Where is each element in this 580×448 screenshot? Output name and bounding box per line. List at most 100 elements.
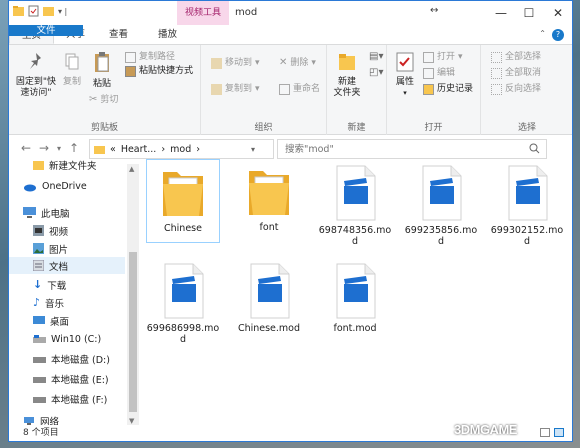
sidebar-item-onedrive[interactable]: OneDrive <box>23 178 87 195</box>
back-arrow-icon[interactable]: ← <box>21 141 31 155</box>
collapse-ribbon-icon[interactable]: ⌃ <box>539 29 546 38</box>
copy-path-button[interactable]: 复制路径 <box>125 51 175 63</box>
scissors-icon: ✂ <box>89 94 98 105</box>
sidebar-item-label: 视频 <box>49 226 69 238</box>
copy-button[interactable]: 复制 <box>59 51 85 88</box>
copy-label: 复制 <box>62 77 81 87</box>
new-folder-icon[interactable] <box>43 5 54 17</box>
rename-label: 重命名 <box>293 84 321 94</box>
open-button[interactable]: 打开 ▾ <box>423 51 463 63</box>
invert-selection-button[interactable]: 反向选择 <box>491 83 541 95</box>
pin-quick-access-button[interactable]: 固定到"快速访问" <box>11 51 61 99</box>
search-box[interactable] <box>277 139 547 159</box>
sidebar-item-this-pc[interactable]: 此电脑 <box>23 204 70 221</box>
help-icon[interactable]: ? <box>552 29 564 41</box>
file-name-line1: Chinese.mod <box>237 323 301 334</box>
select-all-button[interactable]: 全部选择 <box>491 51 541 63</box>
file-item-video[interactable]: 699235856.mo d <box>404 164 478 247</box>
maximize-button[interactable]: ☐ <box>514 1 544 25</box>
file-item-font-folder[interactable]: font <box>232 163 306 233</box>
forward-arrow-icon[interactable]: → <box>39 141 49 155</box>
file-item-video[interactable]: font.mod <box>318 262 392 334</box>
network-icon <box>24 416 34 425</box>
details-view-icon[interactable] <box>540 428 550 437</box>
tab-play[interactable]: 播放 <box>140 25 189 44</box>
file-item-video[interactable]: 699302152.mo d <box>490 164 564 247</box>
copy-icon <box>65 53 79 70</box>
music-icon: ♪ <box>33 296 41 309</box>
up-arrow-icon[interactable]: ↑ <box>69 141 79 155</box>
sidebar-item-drive-f[interactable]: 本地磁盘 (F:) <box>33 390 107 407</box>
easy-access-icon[interactable]: ◰▾ <box>369 67 383 78</box>
file-item-video[interactable]: Chinese.mod <box>232 262 306 334</box>
select-group: 全部选择 全部取消 反向选择 选择 <box>481 45 572 135</box>
customize-dropdown-icon[interactable]: ▾ | <box>58 7 67 16</box>
properties-button[interactable]: 属性 ▾ <box>391 51 419 99</box>
paste-shortcut-button[interactable]: 粘贴快捷方式 <box>125 65 193 77</box>
pin-label: 固定到"快速访问" <box>15 77 57 98</box>
paste-button[interactable]: 粘贴 <box>87 51 117 90</box>
breadcrumb-separator[interactable]: › <box>161 144 165 155</box>
select-all-label: 全部选择 <box>505 52 542 62</box>
large-icons-view-icon[interactable] <box>554 428 564 437</box>
sidebar-scrollbar[interactable]: ▲ ▼ <box>127 164 139 426</box>
drive-c-icon <box>33 335 46 343</box>
sidebar-item-label: 音乐 <box>45 298 65 310</box>
edit-button[interactable]: 编辑 <box>423 67 455 79</box>
search-input[interactable] <box>278 140 518 158</box>
new-item-icon[interactable]: ▤▾ <box>369 51 383 62</box>
folder-icon <box>249 171 289 215</box>
properties-icon[interactable] <box>28 5 39 17</box>
file-name-line2: d <box>523 236 531 247</box>
video-tools-context-tab[interactable]: 视频工具 <box>177 1 229 25</box>
organize-group: 移动到 ▾ ✕ 删除 ▾ 复制到 ▾ 重命名 组织 <box>201 45 327 135</box>
address-bar[interactable]: « Heart... › mod › ▾ <box>89 139 274 159</box>
sidebar-item-videos[interactable]: 视频 <box>33 222 68 239</box>
breadcrumb-mod[interactable]: mod <box>170 144 191 155</box>
cut-button[interactable]: ✂ 剪切 <box>89 94 118 106</box>
history-button[interactable]: 历史记录 <box>423 83 473 95</box>
new-folder-label: 新建 文件夹 <box>333 77 361 98</box>
copy-to-button[interactable]: 复制到 ▾ <box>211 83 260 95</box>
navigation-pane: 新建文件夹 OneDrive 此电脑 视频 图片 文档 ↓ 下载 ♪ 音乐 桌面 W… <box>9 160 125 428</box>
breadcrumb-heart[interactable]: Heart... <box>121 144 157 155</box>
tab-file[interactable]: 文件 <box>9 25 83 36</box>
scroll-down-icon[interactable]: ▼ <box>129 417 134 425</box>
window-title: mod <box>235 7 258 18</box>
delete-button[interactable]: ✕ 删除 ▾ <box>279 57 316 69</box>
move-to-button[interactable]: 移动到 ▾ <box>211 57 260 69</box>
sidebar-item-drive-e[interactable]: 本地磁盘 (E:) <box>33 370 109 387</box>
tab-view[interactable]: 查看 <box>97 25 140 44</box>
paste-shortcut-icon <box>125 65 136 77</box>
scroll-up-icon[interactable]: ▲ <box>129 165 134 173</box>
open-group: 属性 ▾ 打开 ▾ 编辑 历史记录 打开 <box>387 45 481 135</box>
video-file-icon <box>164 263 204 319</box>
drive-icon <box>33 376 46 383</box>
breadcrumb-separator[interactable]: › <box>196 144 200 155</box>
rename-button[interactable]: 重命名 <box>279 83 320 95</box>
computer-icon <box>23 207 36 218</box>
sidebar-item-drive-c[interactable]: Win10 (C:) <box>33 331 101 348</box>
scrollbar-thumb[interactable] <box>129 252 137 412</box>
file-item-video[interactable]: 698748356.mo d <box>318 164 392 247</box>
sidebar-item-music[interactable]: ♪ 音乐 <box>33 294 64 311</box>
sidebar-item-new-folder[interactable]: 新建文件夹 <box>33 156 97 173</box>
sidebar-item-downloads[interactable]: ↓ 下载 <box>33 276 66 293</box>
file-item-video[interactable]: 699686998.mo d <box>146 262 220 345</box>
breadcrumb-overflow[interactable]: « <box>110 144 116 155</box>
file-name-line2: d <box>179 334 187 345</box>
minimize-button[interactable]: — <box>486 1 516 25</box>
sidebar-item-documents[interactable]: 文档 <box>9 257 125 274</box>
file-item-chinese-folder[interactable]: Chinese <box>146 159 220 243</box>
close-button[interactable]: ✕ <box>543 1 572 25</box>
address-dropdown-icon[interactable]: ▾ <box>251 145 255 154</box>
video-folder-icon <box>33 225 44 236</box>
search-icon[interactable] <box>529 143 540 154</box>
select-group-label: 选择 <box>517 123 536 133</box>
recent-dropdown-icon[interactable]: ▾ <box>57 144 61 153</box>
new-folder-button[interactable]: 新建 文件夹 <box>331 51 363 99</box>
select-none-button[interactable]: 全部取消 <box>491 67 541 79</box>
sidebar-item-desktop[interactable]: 桌面 <box>33 312 69 329</box>
sidebar-item-drive-d[interactable]: 本地磁盘 (D:) <box>33 350 110 367</box>
sidebar-item-pictures[interactable]: 图片 <box>33 240 68 257</box>
